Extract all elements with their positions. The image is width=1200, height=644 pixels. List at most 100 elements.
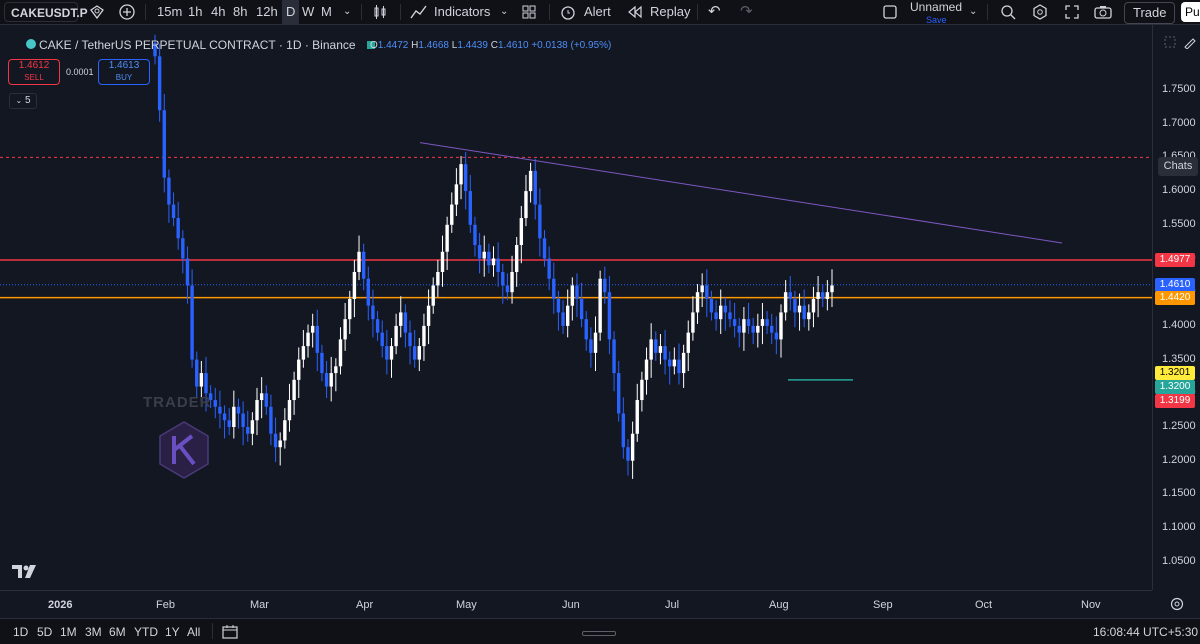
interval-m[interactable]: M <box>321 0 332 24</box>
settings-icon[interactable] <box>1032 0 1048 24</box>
calendar-icon[interactable] <box>222 624 238 639</box>
candle-body <box>538 204 542 239</box>
symbol-search[interactable]: CAKEUSDT.P <box>4 2 88 22</box>
candle-body <box>542 238 547 259</box>
chevron-down-icon[interactable]: ⌄ <box>500 0 508 24</box>
pencil-icon[interactable] <box>1183 35 1197 49</box>
candle-body <box>162 110 166 178</box>
symbol-label: CAKEUSDT.P <box>11 6 88 20</box>
tradingview-logo-icon[interactable] <box>12 565 38 579</box>
candle-body <box>598 278 602 333</box>
fullscreen-icon[interactable] <box>1064 0 1080 24</box>
candle-body <box>232 406 236 427</box>
price-chart[interactable] <box>0 25 1152 590</box>
indicators-button[interactable]: Indicators <box>434 0 490 24</box>
candle-body <box>259 393 264 401</box>
range-button-6m[interactable]: 6M <box>109 625 126 639</box>
replay-icon[interactable] <box>627 0 643 24</box>
candle-body <box>802 305 806 320</box>
candle-body <box>552 278 556 299</box>
chart-pane[interactable]: CAKE / TetherUS PERPETUAL CONTRACT · 1D … <box>0 25 1152 590</box>
candle-body <box>185 258 190 286</box>
alert-icon[interactable] <box>560 0 576 24</box>
interval-4h[interactable]: 4h <box>211 0 225 24</box>
range-button-1m[interactable]: 1M <box>60 625 77 639</box>
price-tag: 1.3201 <box>1155 365 1195 380</box>
add-symbol-icon[interactable] <box>119 0 135 24</box>
interval-8h[interactable]: 8h <box>233 0 247 24</box>
candle-body <box>171 204 176 219</box>
chevron-down-icon[interactable]: ⌄ <box>969 0 977 24</box>
candle-body <box>714 312 718 320</box>
interval-d[interactable]: D <box>282 0 300 24</box>
quick-search-icon[interactable] <box>1000 0 1016 24</box>
indicator-count: 5 <box>24 95 31 106</box>
settings-icon[interactable] <box>1170 597 1184 611</box>
range-button-1y[interactable]: 1Y <box>165 625 180 639</box>
interval-w[interactable]: W <box>302 0 314 24</box>
candle-body <box>649 339 653 360</box>
candle-body <box>287 400 292 421</box>
price-axis[interactable] <box>1152 25 1200 590</box>
range-button-3m[interactable]: 3M <box>85 625 102 639</box>
chats-button[interactable]: Chats <box>1158 157 1198 176</box>
candle-body <box>709 298 714 313</box>
drawing-tool-icon[interactable] <box>1163 35 1177 49</box>
candle-body <box>334 366 338 374</box>
interval-15m[interactable]: 15m <box>157 0 182 24</box>
candles-icon[interactable] <box>372 0 388 24</box>
range-button-1d[interactable]: 1D <box>13 625 28 639</box>
publish-button[interactable]: Pu <box>1181 2 1200 22</box>
candle-body <box>218 406 222 414</box>
candle-body <box>501 271 505 286</box>
price-tick: 1.6000 <box>1162 184 1196 197</box>
candle-body <box>315 325 319 353</box>
indicators-collapse-button[interactable]: ⌄ 5 <box>9 93 37 109</box>
range-button-5d[interactable]: 5D <box>37 625 52 639</box>
candle-body <box>807 312 811 320</box>
candle-body <box>561 312 565 326</box>
range-button-ytd[interactable]: YTD <box>134 625 158 639</box>
time-tick: Sep <box>873 599 893 611</box>
buy-button[interactable]: 1.4613 BUY <box>98 59 150 85</box>
interval-12h[interactable]: 12h <box>256 0 278 24</box>
compare-icon[interactable] <box>89 0 105 24</box>
clock: 16:08:44 UTC+5:30 <box>1093 625 1199 639</box>
layout-checkbox-icon[interactable] <box>882 0 898 24</box>
chevron-down-icon[interactable]: ⌄ <box>343 0 351 24</box>
sell-button[interactable]: 1.4612 SELL <box>8 59 60 85</box>
camera-icon[interactable] <box>1094 0 1112 24</box>
candle-body <box>213 400 217 407</box>
candle-body <box>663 346 667 360</box>
redo-icon[interactable]: ↷ <box>740 0 753 24</box>
candle-body <box>403 312 408 333</box>
resize-handle[interactable] <box>582 631 616 636</box>
layouts-icon[interactable] <box>521 0 537 24</box>
candle-body <box>222 413 227 421</box>
candle-body <box>357 251 361 272</box>
candle-body <box>514 245 519 272</box>
time-axis[interactable]: 2026 Feb Mar Apr May Jun Jul Aug Sep Oct Nov <box>0 590 1184 619</box>
candle-body <box>436 271 440 286</box>
interval-1h[interactable]: 1h <box>188 0 202 24</box>
trade-button[interactable]: Trade <box>1124 2 1176 24</box>
time-tick: May <box>456 599 477 611</box>
candle-body <box>528 170 533 192</box>
indicators-icon[interactable] <box>410 0 428 24</box>
candle-body <box>375 319 380 333</box>
candle-body <box>668 359 672 367</box>
candle-body <box>366 278 371 306</box>
candle-body <box>672 359 677 367</box>
candle-body <box>728 312 732 320</box>
candle-body <box>408 332 412 347</box>
candle-body <box>640 379 644 401</box>
candle-body <box>157 56 162 111</box>
alert-button[interactable]: Alert <box>584 0 611 24</box>
candle-body <box>737 325 741 333</box>
candle-body <box>385 346 389 360</box>
range-button-all[interactable]: All <box>187 625 200 639</box>
candle-body <box>779 312 783 340</box>
candle-body <box>830 285 834 293</box>
undo-icon[interactable]: ↶ <box>708 0 721 24</box>
replay-button[interactable]: Replay <box>650 0 690 24</box>
